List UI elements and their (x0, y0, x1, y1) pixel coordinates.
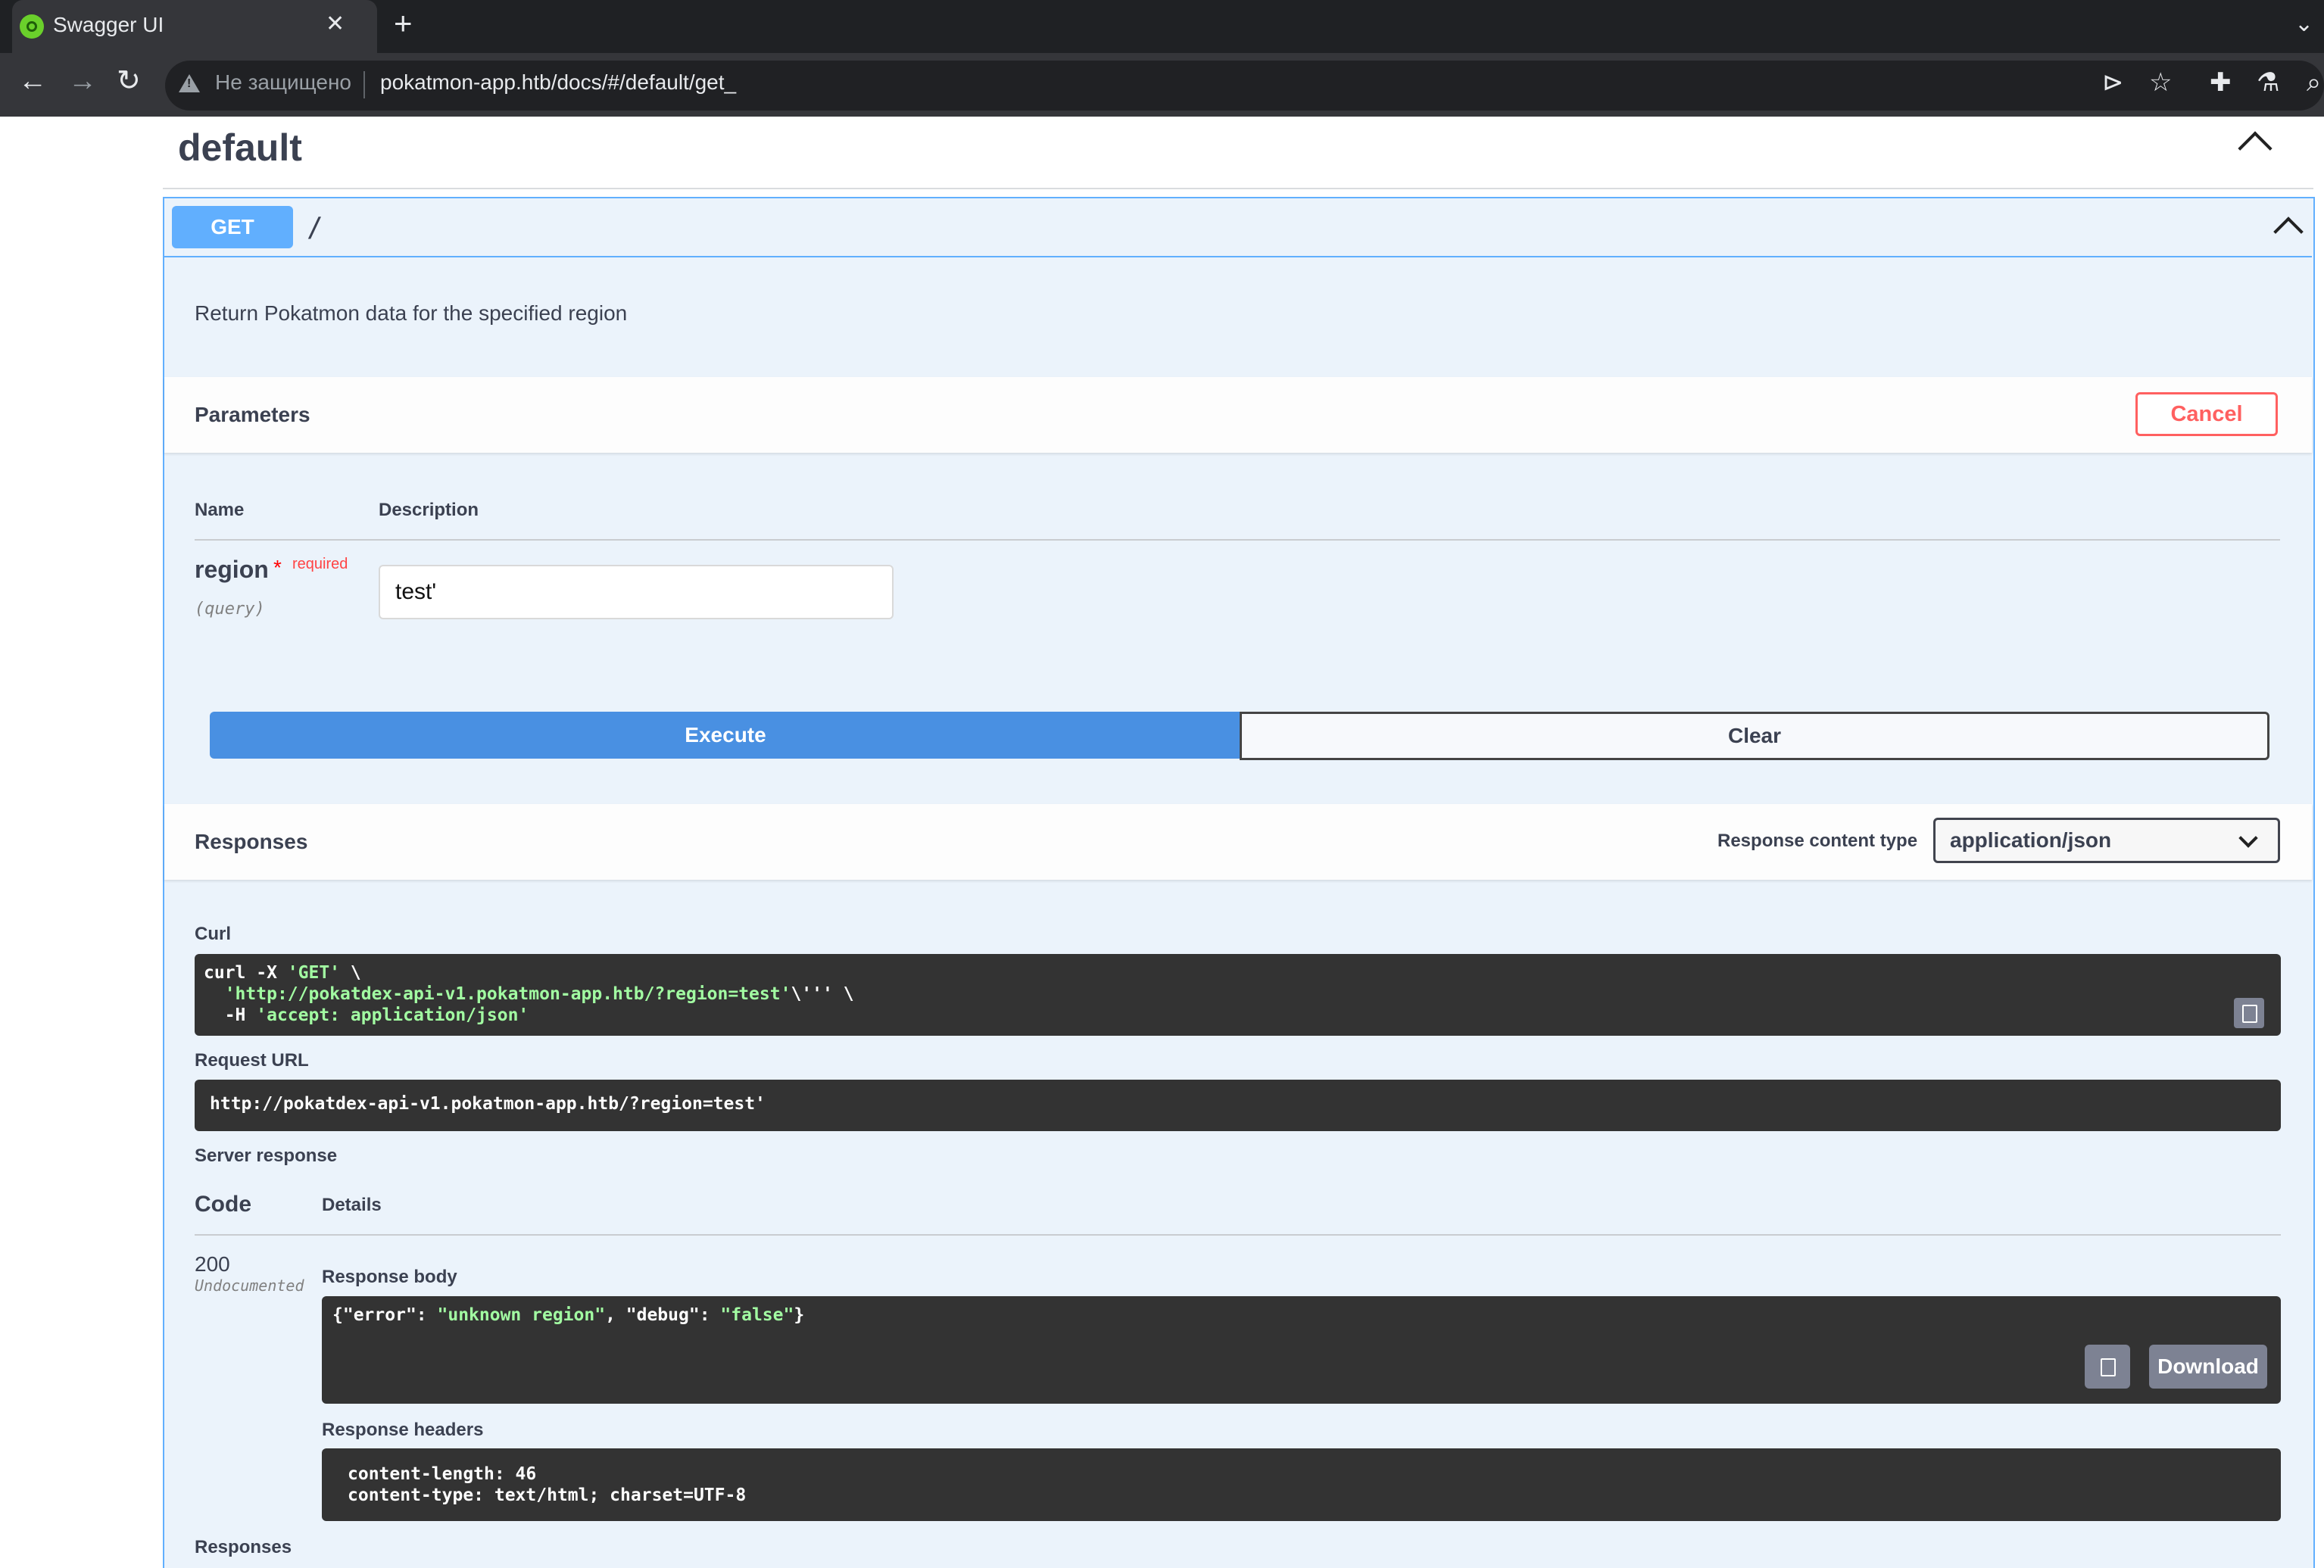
curl-line: 'http://pokatdex-api-v1.pokatmon-app.htb… (224, 984, 854, 1004)
warning-icon[interactable] (179, 74, 200, 92)
tab-title: Swagger UI (53, 13, 164, 36)
back-icon[interactable]: ← (18, 67, 47, 95)
url-text[interactable]: pokatmon-app.htb/docs/#/default/get_ (380, 70, 736, 95)
curl-line: -H 'accept: application/json' (204, 1005, 529, 1025)
response-headers-block (322, 1448, 2281, 1521)
response-table-divider (195, 1234, 2281, 1236)
response-content-type-value[interactable]: application/json (1950, 828, 2111, 853)
clear-button[interactable]: Clear (1240, 712, 2269, 760)
copy-icon[interactable] (2234, 998, 2264, 1028)
curl-line: curl -X 'GET' \ (204, 963, 361, 983)
operation-summary[interactable] (164, 198, 2312, 257)
download-button[interactable]: Download (2149, 1345, 2267, 1389)
parameters-title: Parameters (195, 403, 310, 426)
copy-icon[interactable] (2085, 1345, 2130, 1389)
response-header-line: content-length: 46 (348, 1464, 537, 1484)
details-column-header: Details (322, 1195, 382, 1215)
status-note: Undocumented (195, 1277, 304, 1295)
parameters-divider (195, 539, 2280, 541)
response-header-line: content-type: text/html; charset=UTF-8 (348, 1485, 747, 1505)
reload-icon[interactable]: ↻ (117, 67, 141, 95)
parameter-name: region (195, 556, 269, 583)
section-title[interactable]: default (178, 126, 302, 170)
code-column-header: Code (195, 1192, 251, 1217)
status-code: 200 (195, 1252, 230, 1276)
close-tab-icon[interactable]: ✕ (326, 11, 345, 37)
required-label: required (292, 556, 348, 572)
extensions-icon[interactable]: ✚ (2210, 70, 2232, 95)
operation-description: Return Pokatmon data for the specified r… (195, 301, 628, 325)
parameters-header (164, 377, 2312, 453)
responses-footer-label: Responses (195, 1537, 292, 1557)
forward-icon[interactable]: → (68, 67, 97, 95)
responses-title: Responses (195, 830, 308, 853)
curl-label: Curl (195, 924, 231, 944)
swagger-favicon-icon (20, 14, 44, 39)
column-header-name: Name (195, 500, 245, 520)
not-secure-label[interactable]: Не защищено (215, 70, 351, 95)
cancel-button[interactable]: Cancel (2135, 392, 2278, 436)
tab-search-chevron-icon[interactable]: ⌄ (2294, 11, 2313, 37)
url-divider (363, 71, 365, 98)
execute-button[interactable]: Execute (210, 712, 1241, 759)
request-url-label: Request URL (195, 1050, 309, 1071)
region-input[interactable] (379, 565, 894, 619)
request-url: http://pokatdex-api-v1.pokatmon-app.htb/… (210, 1094, 766, 1114)
server-response-label: Server response (195, 1146, 338, 1166)
operation-path: / (307, 212, 323, 243)
response-headers-label: Response headers (322, 1420, 484, 1440)
response-body-label: Response body (322, 1267, 457, 1287)
response-body: {"error": "unknown region", "debug": "fa… (332, 1305, 805, 1325)
search-icon[interactable]: ⌕ (2307, 70, 2321, 95)
new-tab-icon[interactable]: + (394, 8, 413, 39)
method-badge: GET (172, 206, 293, 248)
column-header-description: Description (379, 500, 479, 520)
response-content-type-label: Response content type (1717, 831, 1918, 851)
send-icon[interactable]: ⊳ (2102, 70, 2124, 95)
parameter-location: (query) (195, 600, 265, 619)
labs-icon[interactable]: ⚗ (2257, 70, 2279, 95)
required-star: * (273, 556, 282, 579)
section-divider (163, 188, 2313, 189)
star-icon[interactable]: ☆ (2149, 70, 2172, 95)
